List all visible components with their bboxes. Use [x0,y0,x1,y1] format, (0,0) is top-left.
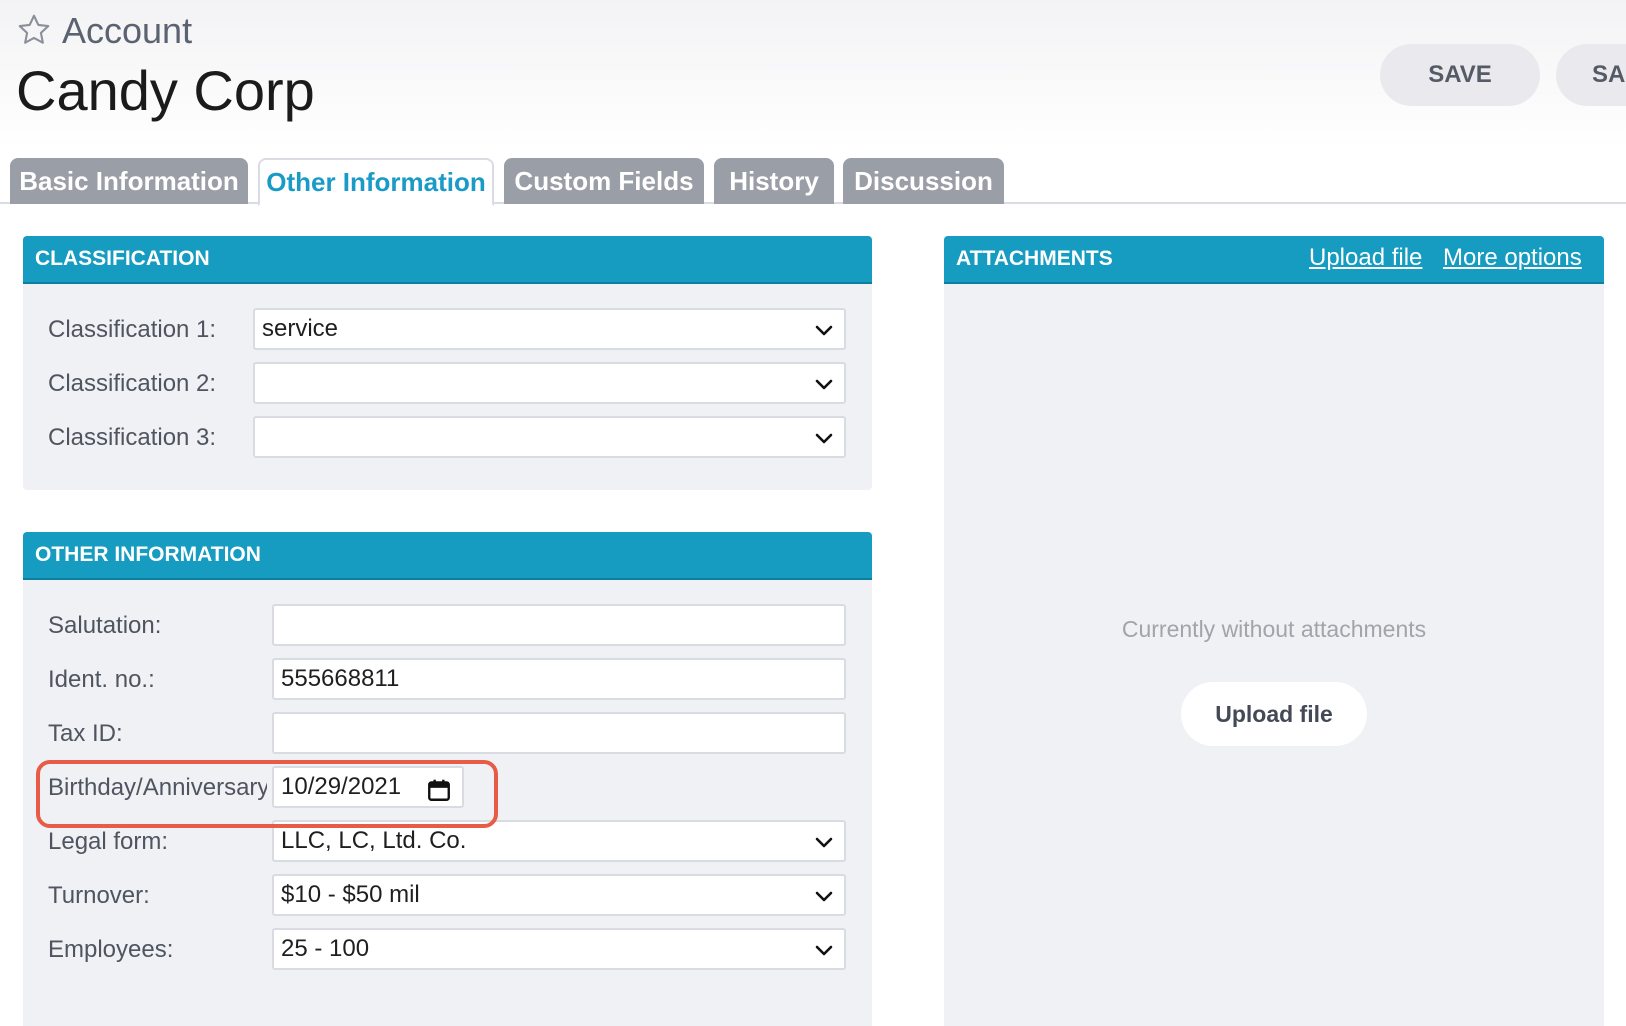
chevron-down-icon [815,891,833,902]
tab-custom-fields[interactable]: Custom Fields [504,158,704,204]
save-button[interactable]: SAVE [1380,44,1540,106]
salutation-input[interactable] [272,604,846,646]
chevron-down-icon [815,945,833,956]
attachments-panel: ATTACHMENTS Upload file More options Cur… [944,236,1604,1026]
star-icon[interactable] [16,12,52,48]
turnover-select[interactable]: $10 - $50 mil [272,874,846,916]
classification-2-label: Classification 2: [48,370,217,397]
turnover-value: $10 - $50 mil [281,881,420,908]
classification-header: CLASSIFICATION [23,236,872,284]
more-options-link[interactable]: More options [1443,244,1582,272]
page-title: Candy Corp [16,59,315,122]
save-and-close-button[interactable]: SA [1556,44,1626,106]
classification-3-label: Classification 3: [48,424,217,451]
ident-no-input[interactable]: 555668811 [272,658,846,700]
classification-1-select[interactable]: service [253,308,846,350]
turnover-label: Turnover: [48,882,150,909]
tax-id-label: Tax ID: [48,720,123,747]
upload-file-link[interactable]: Upload file [1309,244,1422,272]
chevron-down-icon [815,325,833,336]
other-information-header: OTHER INFORMATION [23,532,872,580]
classification-panel: CLASSIFICATION Classification 1: service… [23,236,872,490]
tab-bar: Basic Information Other Information Cust… [0,158,1626,206]
chevron-down-icon [815,379,833,390]
upload-file-button[interactable]: Upload file [1181,682,1367,746]
birthday-field-highlight [36,760,498,828]
ident-no-value: 555668811 [281,665,400,692]
empty-attachments-text: Currently without attachments [1121,616,1427,642]
employees-label: Employees: [48,936,174,963]
entity-type-label: Account [62,10,193,51]
tab-discussion[interactable]: Discussion [843,158,1004,204]
tab-other-information[interactable]: Other Information [258,158,494,206]
legal-form-value: LLC, LC, Ltd. Co. [281,827,467,854]
tab-history[interactable]: History [714,158,834,204]
classification-1-label: Classification 1: [48,316,217,343]
chevron-down-icon [815,837,833,848]
tax-id-input[interactable] [272,712,846,754]
chevron-down-icon [815,433,833,444]
salutation-label: Salutation: [48,612,162,639]
ident-no-label: Ident. no.: [48,666,155,693]
attachments-title: ATTACHMENTS [956,247,1113,270]
employees-select[interactable]: 25 - 100 [272,928,846,970]
classification-3-select[interactable] [253,416,846,458]
classification-2-select[interactable] [253,362,846,404]
employees-value: 25 - 100 [281,935,370,962]
legal-form-label: Legal form: [48,828,169,855]
classification-1-value: service [262,315,339,342]
attachments-header: ATTACHMENTS Upload file More options [944,236,1604,284]
tab-basic-information[interactable]: Basic Information [10,158,248,204]
